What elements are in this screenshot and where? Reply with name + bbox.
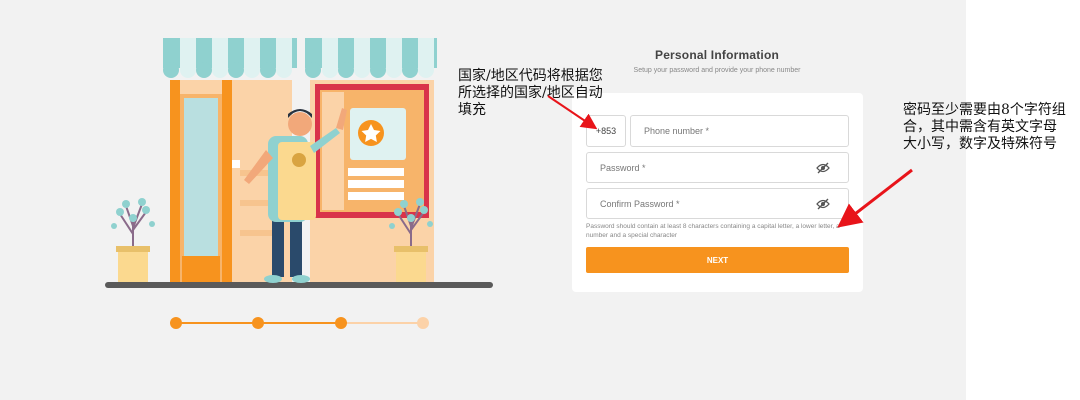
next-button[interactable]: NEXT [586, 247, 849, 273]
step-1-dot [170, 317, 182, 329]
phone-number-placeholder: Phone number * [644, 126, 710, 136]
password-hint: Password should contain at least 8 chara… [586, 223, 840, 239]
country-code-value: +853 [595, 126, 617, 136]
eye-off-icon[interactable] [816, 198, 830, 210]
page-title: Personal Information [654, 48, 780, 62]
phone-number-input[interactable]: Phone number * [630, 115, 849, 147]
confirm-password-placeholder: Confirm Password * [600, 198, 680, 209]
country-code-annotation: 国家/地区代码将根据您所选择的国家/地区自动填充 [458, 68, 603, 118]
password-input[interactable]: Password * [586, 152, 849, 183]
country-code-field[interactable]: +853 [586, 115, 626, 147]
shop-illustration [105, 38, 493, 288]
password-placeholder: Password * [600, 162, 646, 173]
step-4-dot [417, 317, 429, 329]
confirm-password-input[interactable]: Confirm Password * [586, 188, 849, 219]
eye-off-icon[interactable] [816, 162, 830, 174]
step-3-dot [335, 317, 347, 329]
stepper-line-remaining [341, 322, 424, 324]
page-subtitle: Setup your password and provide your pho… [633, 67, 801, 74]
progress-stepper [170, 314, 432, 332]
password-annotation: 密码至少需要由8个字符组合，其中需含有英文字母大小写，数字及特殊符号 [903, 102, 1066, 152]
step-2-dot [252, 317, 264, 329]
